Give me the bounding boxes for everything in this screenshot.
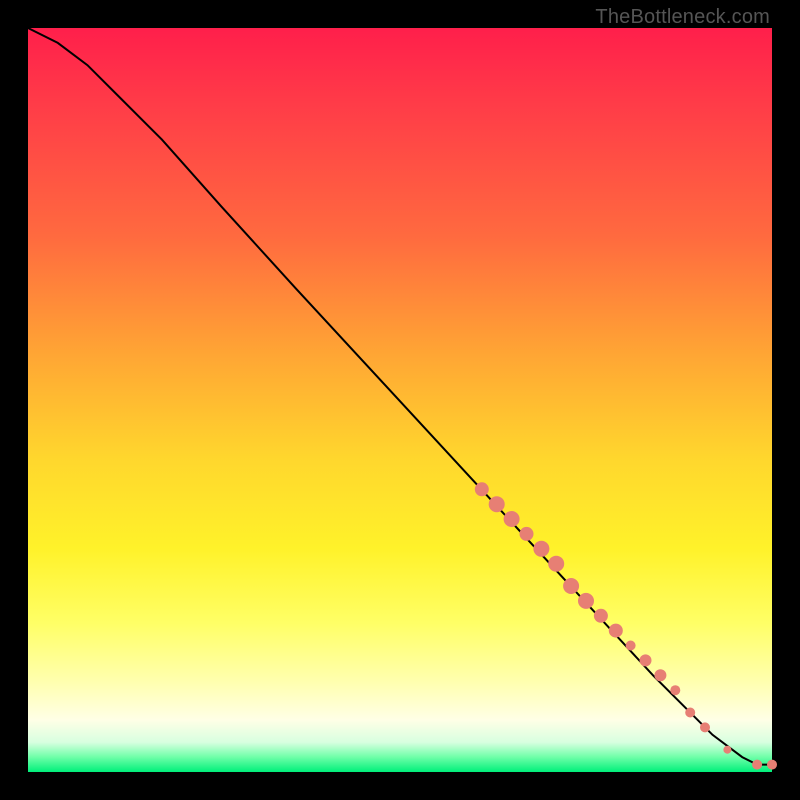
marker-dot [578,593,594,609]
marker-dot [520,527,534,541]
marker-dot [723,746,731,754]
marker-dot [685,708,695,718]
watermark-text: TheBottleneck.com [595,6,770,29]
marker-dot [700,722,710,732]
chart-stage: TheBottleneck.com [0,0,800,800]
marker-dot [475,482,489,496]
marker-dot [533,541,549,557]
marker-dot [670,685,680,695]
marker-dot [563,578,579,594]
marker-dot [594,609,608,623]
marker-dot [654,669,666,681]
marker-dot [752,760,762,770]
marker-dot [489,496,505,512]
curve-line [28,28,772,765]
marker-dot [504,511,520,527]
marker-group [475,482,777,769]
marker-dot [640,654,652,666]
plot-area [28,28,772,772]
marker-dot [767,760,777,770]
marker-dot [626,641,636,651]
marker-dot [609,624,623,638]
marker-dot [548,556,564,572]
chart-svg [28,28,772,772]
